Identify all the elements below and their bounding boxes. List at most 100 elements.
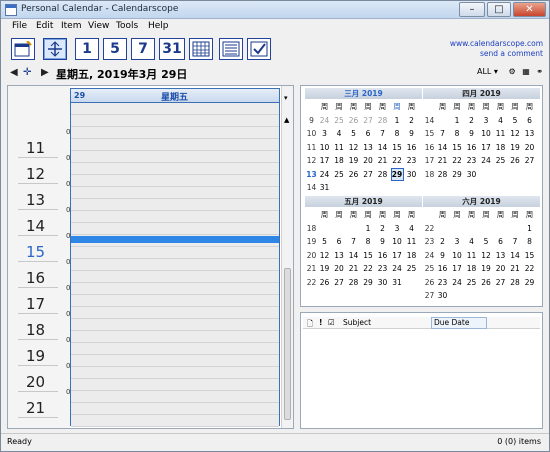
menu-file[interactable]: File xyxy=(12,21,27,31)
mini-day-cell[interactable]: 11 xyxy=(465,249,478,262)
binoculars-icon[interactable]: ⚭ xyxy=(536,67,543,76)
mini-day-cell[interactable]: 19 xyxy=(509,141,522,154)
mini-day-cell[interactable]: 21 xyxy=(347,262,360,275)
time-slot[interactable] xyxy=(71,163,279,175)
time-slot[interactable] xyxy=(71,115,279,127)
mini-day-cell[interactable]: 28 xyxy=(436,168,449,181)
mini-day-cell[interactable]: 6 xyxy=(523,114,536,127)
mini-day-cell[interactable]: 28 xyxy=(347,276,360,289)
workweek-view-button[interactable]: 5 xyxy=(103,38,127,60)
next-date-arrow-icon[interactable]: ▶ xyxy=(41,67,49,78)
mini-day-cell[interactable]: 30 xyxy=(376,276,389,289)
time-slot[interactable] xyxy=(71,307,279,319)
mini-day-cell[interactable]: 14 xyxy=(347,249,360,262)
mini-month-header[interactable]: 三月 2019 xyxy=(305,88,422,99)
mini-day-cell[interactable]: 9 xyxy=(376,235,389,248)
day-column[interactable]: 29 星期五 xyxy=(70,88,280,427)
minimize-button[interactable]: – xyxy=(459,2,485,17)
mini-day-cell[interactable]: 2 xyxy=(405,114,418,127)
mini-day-cell[interactable]: 27 xyxy=(362,114,375,127)
mini-day-cell[interactable]: 20 xyxy=(362,154,375,167)
mini-day-cell[interactable]: 16 xyxy=(436,262,449,275)
menu-item[interactable]: Item xyxy=(61,21,82,31)
mini-day-cell[interactable]: 2 xyxy=(436,235,449,248)
mini-day-cell[interactable]: 1 xyxy=(362,222,375,235)
mini-day-cell[interactable]: 4 xyxy=(465,235,478,248)
mini-day-cell[interactable]: 8 xyxy=(523,235,536,248)
mini-day-cell[interactable]: 7 xyxy=(436,127,449,140)
mini-day-cell[interactable]: 28 xyxy=(376,114,389,127)
mini-day-cell[interactable]: 24 xyxy=(480,154,493,167)
menu-tools[interactable]: Tools xyxy=(116,21,138,31)
prev-date-arrow-icon[interactable]: ◀ xyxy=(10,67,18,78)
day-view-scrollbar[interactable]: ▲ ▾ xyxy=(281,86,293,428)
mini-day-cell[interactable]: 16 xyxy=(465,141,478,154)
mini-day-cell[interactable]: 29 xyxy=(362,276,375,289)
week-number[interactable]: 17 xyxy=(423,154,436,167)
mini-day-cell[interactable]: 23 xyxy=(376,262,389,275)
scrollbar-thumb[interactable] xyxy=(284,268,291,420)
time-slot[interactable] xyxy=(71,331,279,343)
time-slot[interactable] xyxy=(71,199,279,211)
mini-day-cell[interactable]: 19 xyxy=(347,154,360,167)
tasks-view-button[interactable] xyxy=(247,38,271,60)
mini-day-cell[interactable]: 24 xyxy=(318,168,331,181)
menu-view[interactable]: View xyxy=(88,21,109,31)
mini-day-cell[interactable]: 22 xyxy=(391,154,404,167)
mini-day-cell[interactable]: 31 xyxy=(391,276,404,289)
week-number[interactable]: 10 xyxy=(305,127,318,140)
mini-day-cell[interactable]: 26 xyxy=(480,276,493,289)
close-button[interactable]: ✕ xyxy=(513,2,546,17)
mini-day-cell[interactable]: 24 xyxy=(451,276,464,289)
mini-day-cell[interactable]: 21 xyxy=(509,262,522,275)
mini-day-cell[interactable]: 27 xyxy=(494,276,507,289)
mini-day-cell[interactable]: 1 xyxy=(391,114,404,127)
mini-day-cell[interactable]: 25 xyxy=(465,276,478,289)
mini-day-cell[interactable]: 8 xyxy=(391,127,404,140)
completed-checkbox-icon[interactable]: ☑ xyxy=(328,318,335,327)
list-view-button[interactable] xyxy=(219,38,243,60)
time-slot[interactable] xyxy=(71,379,279,391)
mini-day-cell[interactable]: 4 xyxy=(333,127,346,140)
mini-day-cell[interactable]: 15 xyxy=(523,249,536,262)
mini-day-cell[interactable]: 14 xyxy=(376,141,389,154)
mini-day-cell[interactable]: 17 xyxy=(391,249,404,262)
mini-day-cell[interactable]: 19 xyxy=(318,262,331,275)
month-view-button[interactable]: 31 xyxy=(159,38,185,60)
mini-day-cell[interactable]: 30 xyxy=(436,289,449,302)
mini-day-cell[interactable]: 9 xyxy=(405,127,418,140)
mini-day-cell[interactable]: 15 xyxy=(362,249,375,262)
mini-day-cell[interactable]: 10 xyxy=(480,127,493,140)
mini-day-cell[interactable]: 17 xyxy=(318,154,331,167)
mini-day-cell[interactable]: 18 xyxy=(333,154,346,167)
time-slot[interactable] xyxy=(71,343,279,355)
week-number[interactable]: 14 xyxy=(423,114,436,127)
calendar-icon[interactable]: ▦ xyxy=(522,67,530,76)
mini-day-cell[interactable]: 18 xyxy=(405,249,418,262)
mini-day-cell[interactable]: 11 xyxy=(494,127,507,140)
mini-day-cell[interactable]: 22 xyxy=(523,262,536,275)
send-comment-link[interactable]: send a comment xyxy=(450,49,543,59)
mini-day-cell[interactable]: 5 xyxy=(318,235,331,248)
mini-day-cell[interactable]: 12 xyxy=(347,141,360,154)
menu-edit[interactable]: Edit xyxy=(36,21,53,31)
mini-day-cell[interactable]: 24 xyxy=(391,262,404,275)
mini-day-cell[interactable]: 20 xyxy=(523,141,536,154)
mini-day-cell[interactable]: 10 xyxy=(391,235,404,248)
time-slot[interactable] xyxy=(71,187,279,199)
week-view-button[interactable]: 7 xyxy=(131,38,155,60)
time-slot[interactable] xyxy=(71,127,279,139)
year-view-button[interactable] xyxy=(189,38,213,60)
time-slot[interactable] xyxy=(71,415,279,427)
week-number[interactable]: 11 xyxy=(305,141,318,154)
time-slot[interactable] xyxy=(71,367,279,379)
mini-day-cell[interactable]: 26 xyxy=(347,114,360,127)
mini-day-cell[interactable]: 20 xyxy=(494,262,507,275)
category-filter-dropdown[interactable]: ALL xyxy=(477,67,491,76)
week-number[interactable]: 15 xyxy=(423,127,436,140)
mini-day-cell[interactable]: 13 xyxy=(523,127,536,140)
mini-day-cell[interactable]: 5 xyxy=(347,127,360,140)
week-number[interactable]: 20 xyxy=(305,249,318,262)
time-slot[interactable] xyxy=(71,211,279,223)
website-link[interactable]: www.calendarscope.com xyxy=(450,39,543,49)
